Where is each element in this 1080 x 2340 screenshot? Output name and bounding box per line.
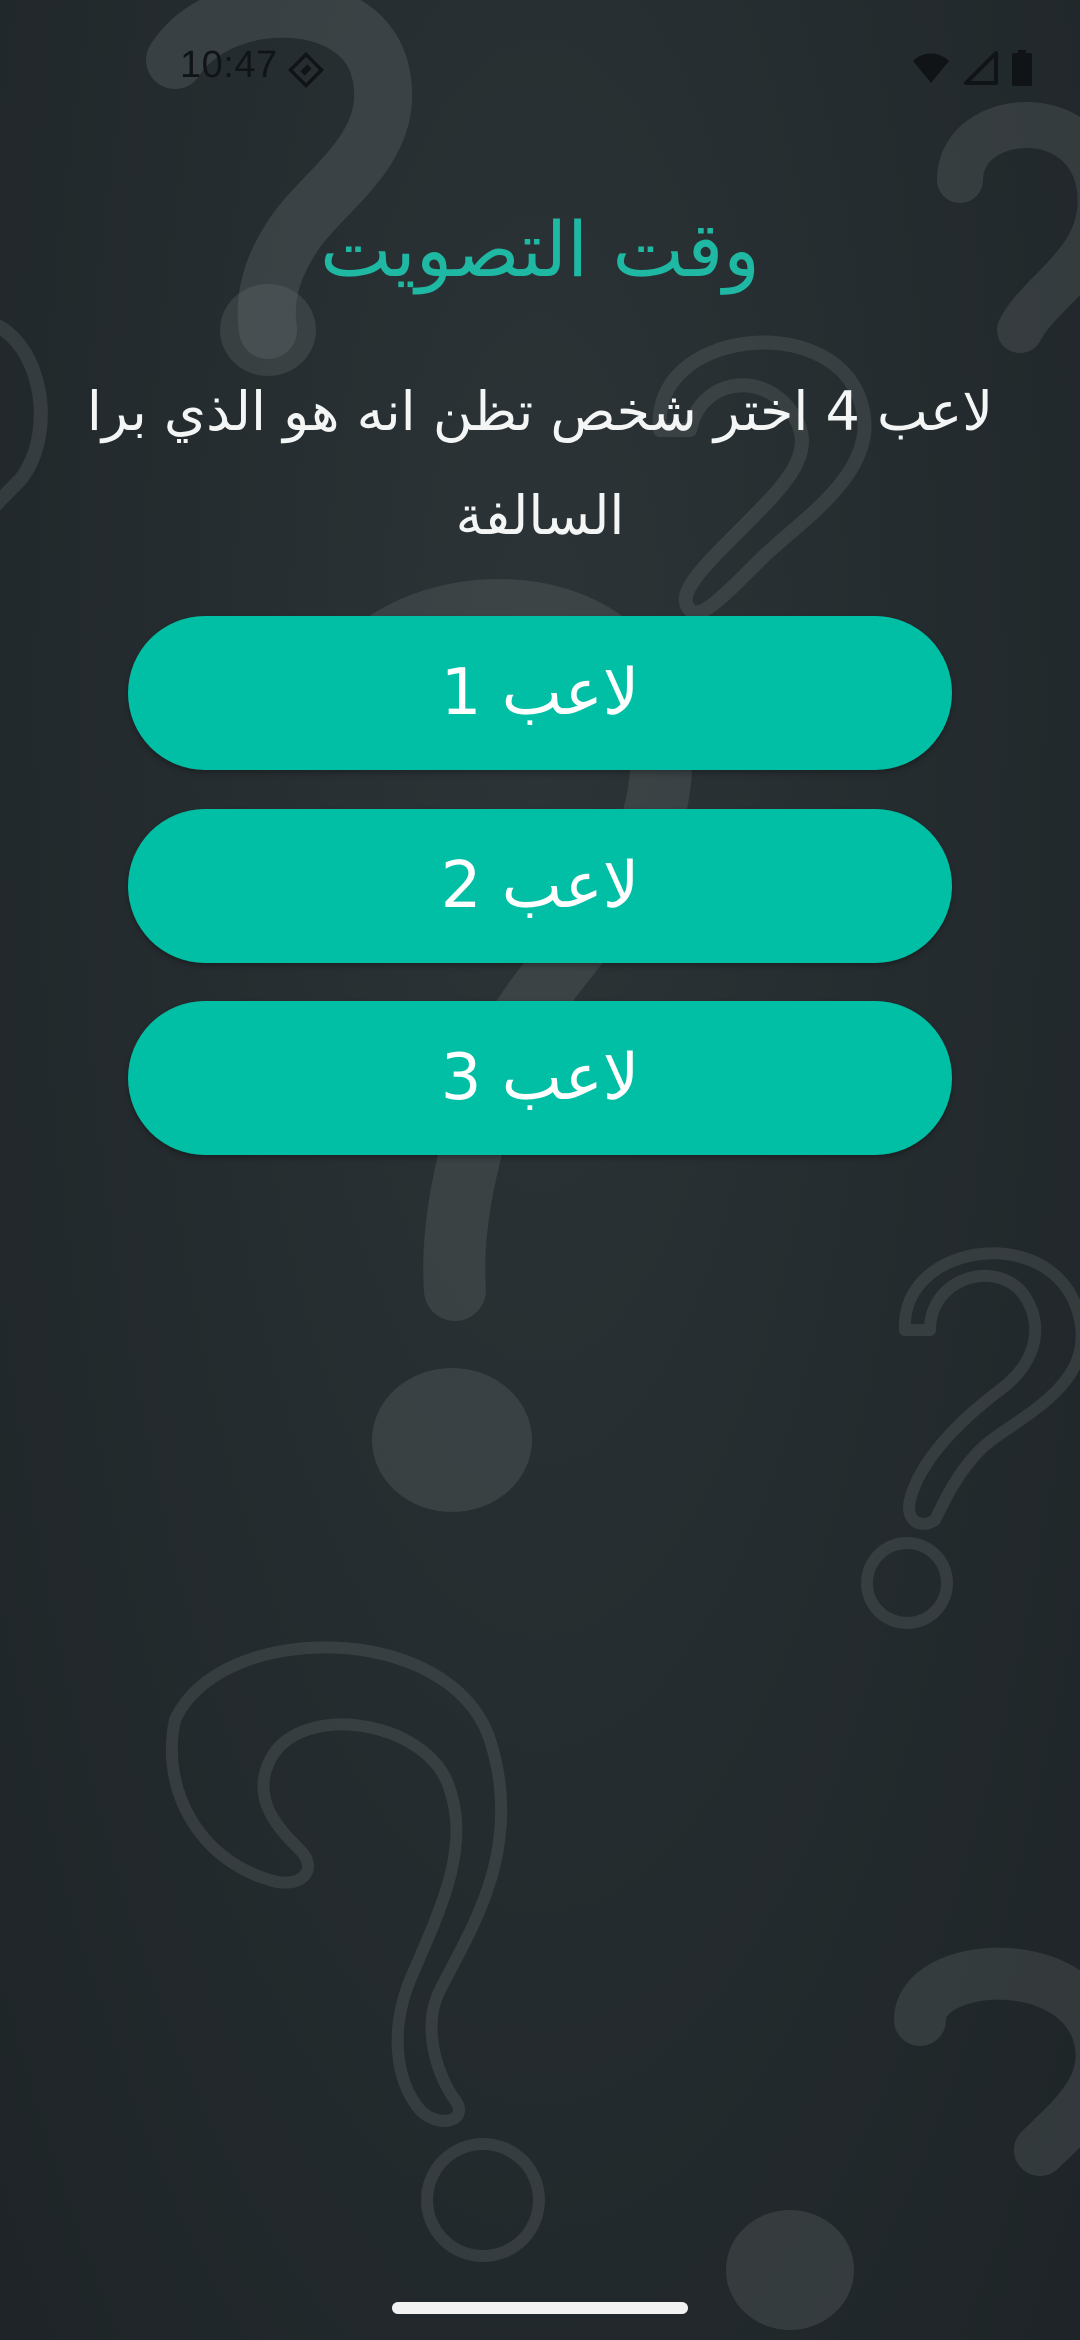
status-bar: 10:47: [0, 0, 1080, 140]
vote-instruction: لاعب 4 اختر شخص تظن انه هو الذي برا السا…: [86, 380, 994, 547]
status-icons: [912, 50, 1032, 86]
page-title: وقت التصويت: [320, 205, 760, 294]
status-time: 10:47: [180, 44, 278, 86]
wifi-icon: [913, 53, 949, 83]
signal-icon: [964, 51, 998, 85]
vote-player-1-button[interactable]: لاعب 1: [128, 616, 952, 770]
question-marks-background: [0, 0, 1080, 2330]
home-gesture-bar[interactable]: [392, 2302, 688, 2314]
app-notification-icon: [288, 52, 324, 88]
vote-player-2-button[interactable]: لاعب 2: [128, 809, 952, 963]
battery-icon: [1012, 50, 1032, 86]
vote-player-3-button[interactable]: لاعب 3: [128, 1001, 952, 1155]
voting-screen: 10:47 وقت التصويت لاعب 4 اختر شخص تظن ان…: [0, 0, 1080, 2340]
